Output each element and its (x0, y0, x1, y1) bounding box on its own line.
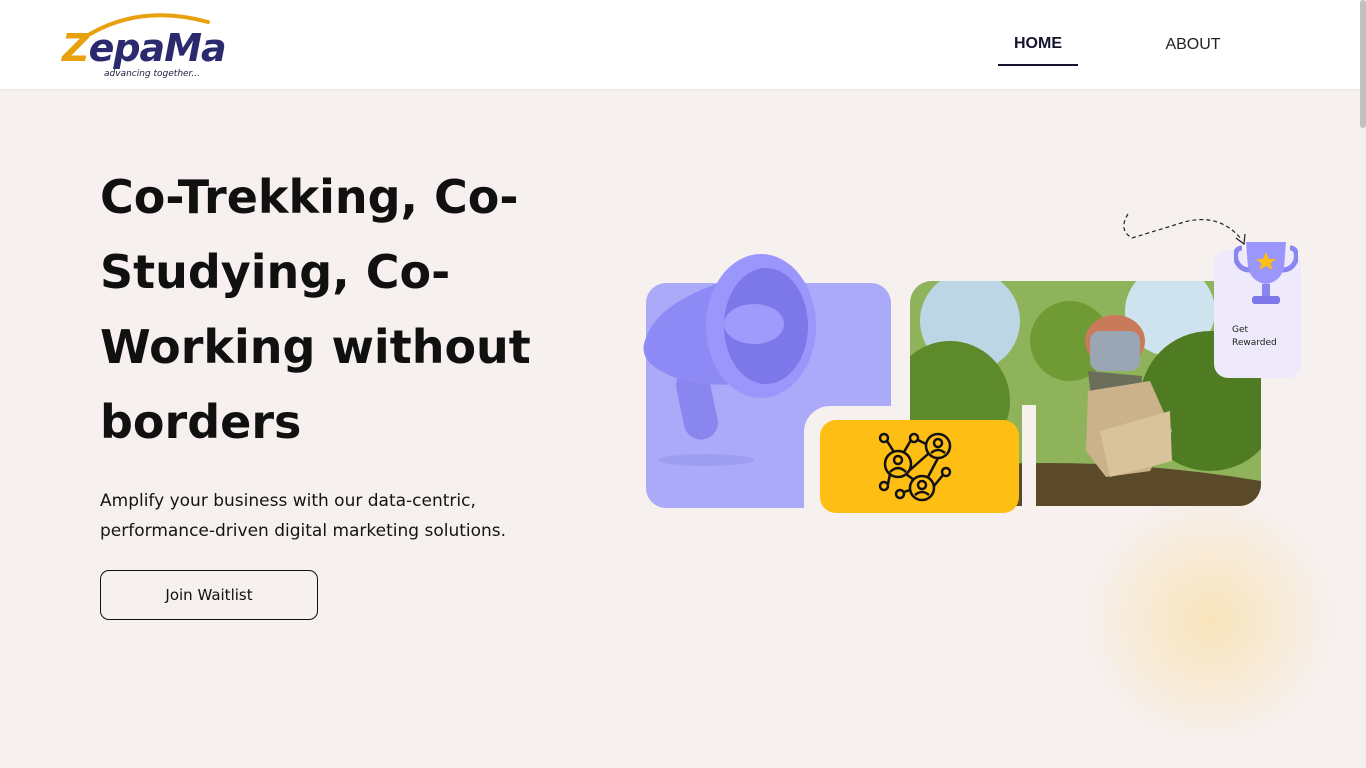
logo-wordmark: ZepaMa (62, 26, 227, 70)
decorative-glow (1080, 500, 1340, 740)
nav-about-link[interactable]: ABOUT (1150, 30, 1236, 66)
site-header: ZepaMa advancing together... HOME ABOUT (0, 0, 1366, 89)
page-scrollbar[interactable] (1360, 0, 1366, 768)
hero-title: Co-Trekking, Co-Studying, Co-Working wit… (100, 170, 531, 449)
dashed-arrow-icon (1123, 213, 1246, 246)
join-waitlist-button[interactable]: Join Waitlist (100, 570, 318, 620)
hero-subtitle: Amplify your business with our data-cent… (100, 491, 507, 541)
brand-logo[interactable]: ZepaMa advancing together... (62, 8, 247, 84)
card-gap (1022, 405, 1036, 507)
network-icon (878, 432, 952, 502)
megaphone-icon (643, 254, 816, 466)
nav-home-link[interactable]: HOME (998, 30, 1078, 66)
scrollbar-thumb[interactable] (1360, 0, 1366, 128)
reward-label: Get Rewarded (1232, 325, 1277, 348)
logo-tagline: advancing together... (104, 69, 201, 79)
trophy-icon (1234, 242, 1298, 304)
